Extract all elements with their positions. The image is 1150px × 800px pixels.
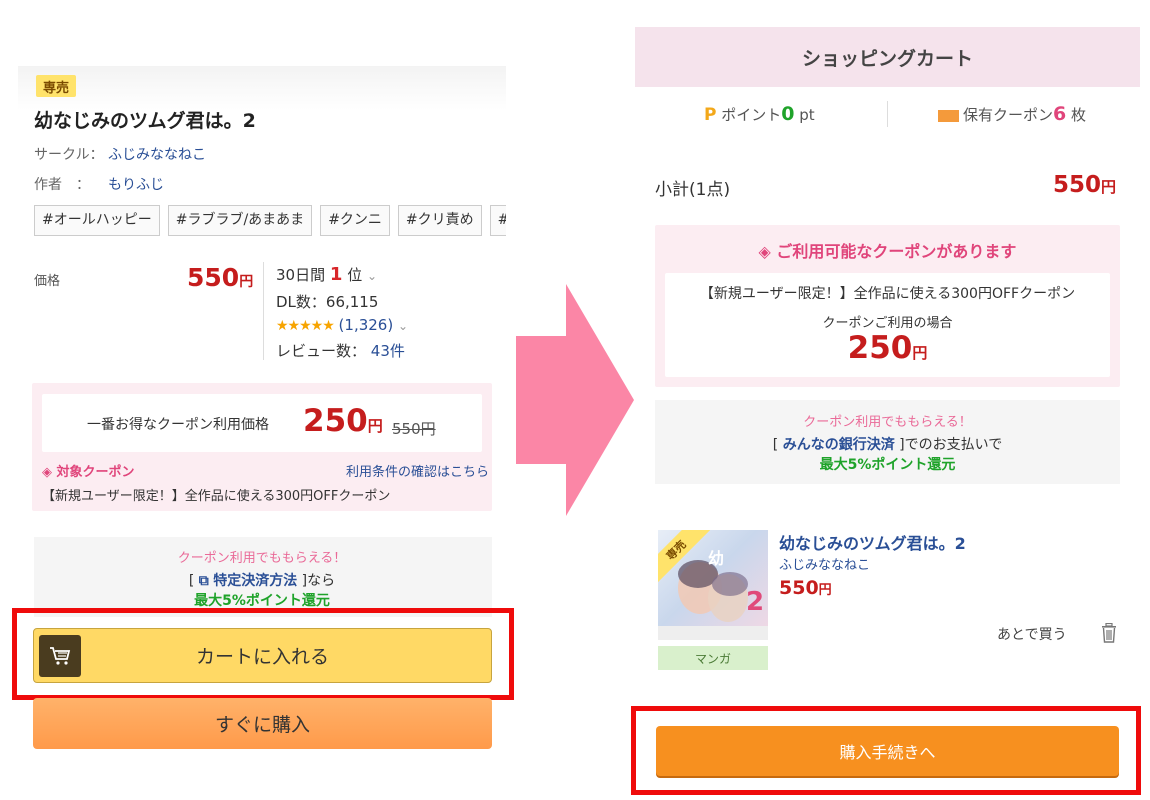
external-link-icon: ⧉ (198, 573, 209, 589)
star-rating-icon: ★★★★★ (276, 318, 335, 334)
coupons-label: 保有クーポン (963, 106, 1054, 124)
price-value: 550 (187, 263, 240, 292)
payment-method-link[interactable]: 特定決済方法 (213, 573, 297, 589)
cart-item-title[interactable]: 幼なじみのツムグ君は。2 (779, 530, 966, 554)
promo-point-return: 最大5%ポイント還元 (194, 593, 330, 609)
bracket-close: ]でのお支払いで (894, 437, 1003, 453)
point-icon: P (704, 105, 717, 125)
tag-item[interactable]: #パイ (489, 205, 506, 236)
rank-prefix: 30日間 (276, 266, 326, 284)
product-title: 幼なじみのツムグ君は。2 (34, 110, 256, 132)
header-background (18, 66, 506, 110)
product-thumbnail[interactable]: 2 幼 専売 (658, 530, 768, 640)
points-balance: P ポイント0 pt (704, 103, 815, 125)
coupon-description: 【新規ユーザー限定！】全作品に使える300円OFFクーポン (699, 286, 1076, 302)
rank-number: 1 (329, 264, 343, 285)
highlight-frame (631, 706, 1141, 795)
svg-text:幼: 幼 (708, 549, 724, 568)
author-label: 作者 ： (34, 177, 90, 193)
product-detail-panel: 専売 幼なじみのツムグ君は。2 サークル： ふじみななねこ 作者 ： もりふじ … (0, 0, 520, 800)
cart-item-price: 550円 (779, 577, 832, 599)
promo-headline: クーポン利用でももらえる！ (803, 415, 972, 430)
points-label: ポイント (721, 106, 782, 124)
payment-method-link[interactable]: みんなの銀行決済 (783, 437, 895, 453)
coupon-ticket-icon (938, 109, 959, 122)
promo-payment-method: [ ⧉ 特定決済方法 ]なら (0, 570, 524, 590)
subtotal-label: 小計(1点) (655, 180, 731, 200)
exclusive-badge: 専売 (36, 75, 76, 97)
coupon-use-label: クーポンご利用の場合 (822, 316, 953, 331)
coupon-price-value: 250 (303, 403, 368, 439)
coupon-balance[interactable]: 保有クーポン6 枚 (938, 103, 1086, 125)
yen-unit: 円 (912, 344, 928, 362)
target-coupon-label: ◈ 対象クーポン (42, 465, 135, 480)
circle-label: サークル： (34, 147, 104, 163)
rank-suffix: 位 (347, 266, 363, 284)
tag-item[interactable]: #オールハッピー (34, 205, 160, 236)
divider (263, 262, 264, 360)
review-count-link[interactable]: 43件 (371, 342, 405, 360)
trash-icon[interactable] (1100, 623, 1118, 643)
circle-link[interactable]: ふじみななねこ (108, 144, 206, 164)
rating-count: (1,326) (338, 316, 394, 334)
save-for-later-button[interactable]: あとで買う (997, 624, 1067, 644)
yen-unit: 円 (818, 583, 832, 598)
coupons-unit: 枚 (1071, 106, 1087, 124)
ranking[interactable]: 30日間 1 位 ⌄ (276, 264, 377, 285)
highlight-frame (12, 608, 514, 700)
tag-item[interactable]: #クンニ (320, 205, 390, 236)
svg-text:2: 2 (746, 587, 764, 617)
bracket-open: [ (188, 573, 199, 589)
download-count: DL数：66,115 (276, 293, 379, 311)
bracket-close: ]なら (297, 573, 336, 589)
tag-item[interactable]: #ラブラブ/あまあま (167, 205, 313, 236)
subtotal-value: 550 (1053, 172, 1102, 198)
available-coupon-title: ◈ ご利用可能なクーポンがあります (758, 242, 1017, 261)
buy-now-label: すぐに購入 (214, 714, 310, 736)
coupon-price: 250円 (665, 330, 1110, 366)
points-value: 0 (781, 103, 795, 125)
cart-item-price-value: 550 (779, 577, 819, 599)
promo-payment-method: [ みんなの銀行決済 ]でのお支払いで (655, 434, 1120, 454)
rating[interactable]: ★★★★★ (1,326) ⌄ (276, 316, 408, 334)
coupon-price: 250円 (303, 403, 383, 439)
yen-unit: 円 (367, 417, 383, 435)
tag-list: #オールハッピー#ラブラブ/あまあま#クンニ#クリ責め #パイ (34, 205, 506, 237)
bracket-open: [ (772, 437, 783, 453)
price-label: 価格 (34, 274, 61, 289)
subtotal-price: 550円 (1053, 172, 1116, 198)
chevron-down-icon: ⌄ (397, 319, 409, 333)
review-label: レビュー数： (276, 342, 367, 360)
coupon-price-label: 一番お得なクーポン利用価格 (87, 417, 269, 433)
arrow-right-icon (516, 284, 634, 516)
yen-unit: 円 (239, 274, 254, 290)
terms-link[interactable]: 利用条件の確認はこちら (346, 461, 489, 480)
category-badge: マンガ (658, 646, 768, 670)
thumbnail-footer (658, 626, 768, 640)
buy-now-button[interactable]: すぐに購入 (33, 698, 492, 749)
cart-title: ショッピングカート (635, 27, 1140, 87)
coupon-price-value: 250 (847, 330, 913, 366)
product-price: 550円 (187, 263, 253, 292)
author-link[interactable]: もりふじ (108, 174, 164, 194)
chevron-down-icon: ⌄ (366, 269, 378, 283)
tag-item[interactable]: #クリ責め (397, 205, 482, 236)
original-price: 550円 (392, 420, 436, 438)
coupons-value: 6 (1053, 103, 1067, 125)
coupon-description: 【新規ユーザー限定！】全作品に使える300円OFFクーポン (42, 489, 391, 504)
review-summary: レビュー数： 43件 (276, 340, 405, 361)
points-unit: pt (799, 106, 815, 124)
yen-unit: 円 (1101, 178, 1117, 196)
promo-headline: クーポン利用でももらえる！ (177, 551, 347, 566)
cart-item-circle[interactable]: ふじみななねこ (779, 554, 870, 573)
promo-point-return: 最大5%ポイント還元 (819, 457, 956, 473)
divider (887, 101, 888, 127)
